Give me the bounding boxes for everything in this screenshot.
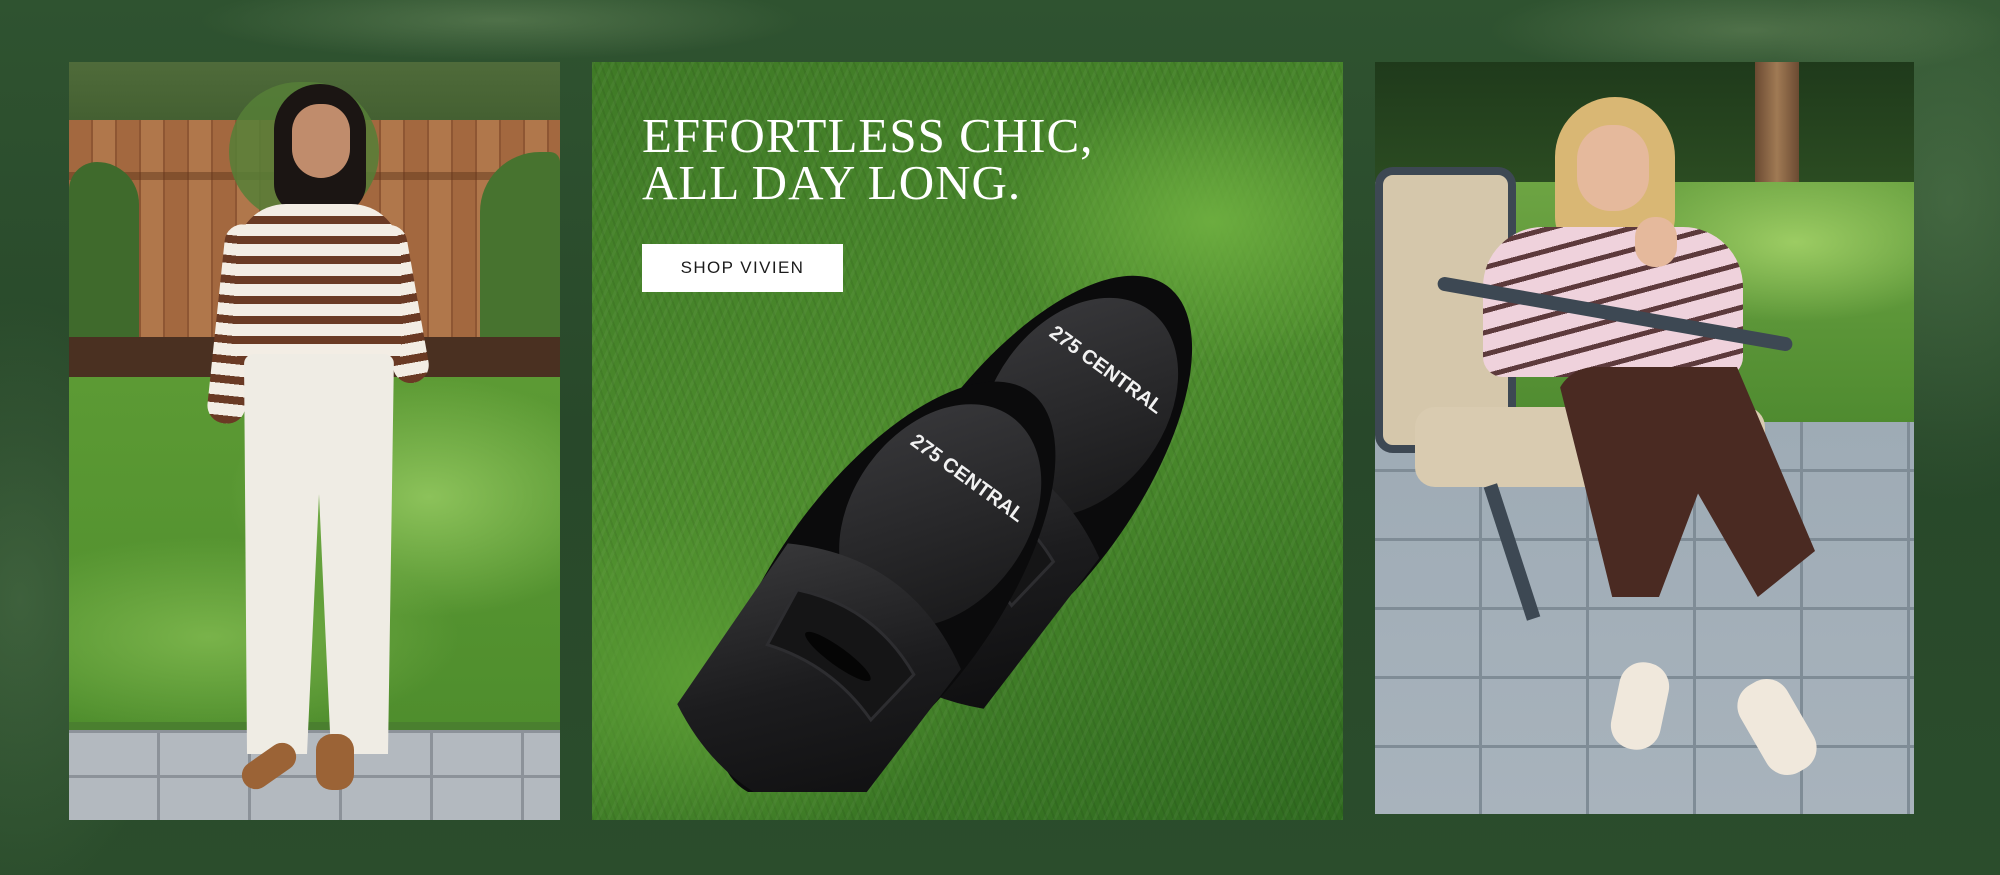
- product-hero-panel: 275 CENTRAL 275 CENTRAL EFFORTLESS CHIC,…: [592, 62, 1343, 820]
- tan-loafer: [316, 734, 354, 790]
- promo-banner: 275 CENTRAL 275 CENTRAL EFFORTLESS CHIC,…: [0, 0, 2000, 875]
- black-loafer-mules-image: 275 CENTRAL 275 CENTRAL: [677, 275, 1193, 792]
- headline-line-1: EFFORTLESS CHIC,: [642, 108, 1094, 163]
- brown-trousers: [1555, 367, 1815, 597]
- shop-vivien-button[interactable]: SHOP VIVIEN: [642, 244, 843, 292]
- hero-headline: EFFORTLESS CHIC, ALL DAY LONG.: [642, 108, 1094, 210]
- cream-loafer: [1728, 670, 1826, 784]
- model-figure: [1415, 97, 1835, 814]
- model-photo-left: [69, 62, 560, 820]
- headline-line-2: ALL DAY LONG.: [642, 155, 1022, 210]
- striped-sweater: [236, 204, 401, 364]
- cream-loafer: [1606, 657, 1674, 755]
- model-figure: [204, 84, 434, 804]
- white-jeans: [244, 354, 394, 754]
- model-photo-right: [1375, 62, 1914, 814]
